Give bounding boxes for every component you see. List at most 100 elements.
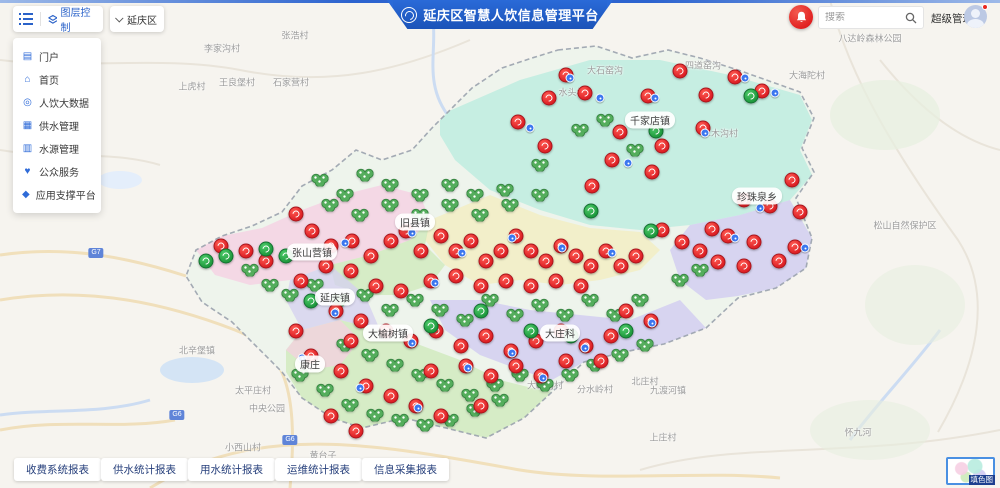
station-alert-marker[interactable] xyxy=(349,424,364,439)
village-group-marker[interactable] xyxy=(412,189,429,202)
device-marker[interactable] xyxy=(731,234,740,243)
station-alert-marker[interactable] xyxy=(511,115,526,130)
station-normal-marker[interactable] xyxy=(424,319,439,334)
device-marker[interactable] xyxy=(756,204,765,213)
village-group-marker[interactable] xyxy=(467,189,484,202)
station-alert-marker[interactable] xyxy=(494,244,509,259)
village-group-marker[interactable] xyxy=(532,299,549,312)
station-alert-marker[interactable] xyxy=(344,264,359,279)
village-group-marker[interactable] xyxy=(387,359,404,372)
station-alert-marker[interactable] xyxy=(619,304,634,319)
station-alert-marker[interactable] xyxy=(693,244,708,259)
alarm-button[interactable] xyxy=(789,5,813,29)
village-group-marker[interactable] xyxy=(442,179,459,192)
station-alert-marker[interactable] xyxy=(369,279,384,294)
station-alert-marker[interactable] xyxy=(711,255,726,270)
device-marker[interactable] xyxy=(651,94,660,103)
district-selector[interactable]: 延庆区 xyxy=(110,6,164,32)
station-alert-marker[interactable] xyxy=(699,88,714,103)
station-alert-marker[interactable] xyxy=(479,329,494,344)
village-group-marker[interactable] xyxy=(367,409,384,422)
station-alert-marker[interactable] xyxy=(424,364,439,379)
station-alert-marker[interactable] xyxy=(499,274,514,289)
village-group-marker[interactable] xyxy=(392,414,409,427)
menu-collapse-button[interactable] xyxy=(13,6,40,32)
station-alert-marker[interactable] xyxy=(605,153,620,168)
station-alert-marker[interactable] xyxy=(574,279,589,294)
village-group-marker[interactable] xyxy=(557,309,574,322)
village-group-marker[interactable] xyxy=(242,264,259,277)
station-normal-marker[interactable] xyxy=(474,304,489,319)
village-group-marker[interactable] xyxy=(627,144,644,157)
village-group-marker[interactable] xyxy=(572,124,589,137)
minimap-toggle[interactable]: 填色图 xyxy=(946,457,995,485)
village-group-marker[interactable] xyxy=(692,264,709,277)
village-group-marker[interactable] xyxy=(597,114,614,127)
station-alert-marker[interactable] xyxy=(629,249,644,264)
station-alert-marker[interactable] xyxy=(289,207,304,222)
station-alert-marker[interactable] xyxy=(542,91,557,106)
station-normal-marker[interactable] xyxy=(524,324,539,339)
device-marker[interactable] xyxy=(566,74,575,83)
village-group-marker[interactable] xyxy=(492,394,509,407)
device-marker[interactable] xyxy=(624,159,633,168)
device-marker[interactable] xyxy=(596,94,605,103)
station-alert-marker[interactable] xyxy=(594,354,609,369)
device-marker[interactable] xyxy=(464,364,473,373)
station-normal-marker[interactable] xyxy=(219,249,234,264)
station-alert-marker[interactable] xyxy=(614,259,629,274)
search-input[interactable] xyxy=(819,12,905,23)
station-alert-marker[interactable] xyxy=(793,205,808,220)
village-group-marker[interactable] xyxy=(312,174,329,187)
village-group-marker[interactable] xyxy=(417,419,434,432)
station-alert-marker[interactable] xyxy=(613,125,628,140)
village-group-marker[interactable] xyxy=(532,159,549,172)
village-group-marker[interactable] xyxy=(382,199,399,212)
station-normal-marker[interactable] xyxy=(199,254,214,269)
station-alert-marker[interactable] xyxy=(578,86,593,101)
village-group-marker[interactable] xyxy=(317,384,334,397)
village-group-marker[interactable] xyxy=(497,184,514,197)
report-button-4[interactable]: 运维统计报表 xyxy=(275,458,362,481)
station-alert-marker[interactable] xyxy=(549,274,564,289)
station-alert-marker[interactable] xyxy=(645,165,660,180)
station-alert-marker[interactable] xyxy=(538,139,553,154)
village-group-marker[interactable] xyxy=(382,304,399,317)
device-marker[interactable] xyxy=(526,124,535,133)
village-group-marker[interactable] xyxy=(457,314,474,327)
station-alert-marker[interactable] xyxy=(747,235,762,250)
report-button-3[interactable]: 用水统计报表 xyxy=(188,458,275,481)
village-group-marker[interactable] xyxy=(562,369,579,382)
station-alert-marker[interactable] xyxy=(559,354,574,369)
station-normal-marker[interactable] xyxy=(584,204,599,219)
station-alert-marker[interactable] xyxy=(434,229,449,244)
station-normal-marker[interactable] xyxy=(744,89,759,104)
station-alert-marker[interactable] xyxy=(239,244,254,259)
village-group-marker[interactable] xyxy=(442,199,459,212)
station-alert-marker[interactable] xyxy=(584,259,599,274)
station-alert-marker[interactable] xyxy=(344,334,359,349)
village-group-marker[interactable] xyxy=(382,179,399,192)
device-marker[interactable] xyxy=(581,344,590,353)
device-marker[interactable] xyxy=(701,129,710,138)
village-group-marker[interactable] xyxy=(472,209,489,222)
station-alert-marker[interactable] xyxy=(384,389,399,404)
station-alert-marker[interactable] xyxy=(772,254,787,269)
report-button-1[interactable]: 收费系统报表 xyxy=(14,458,101,481)
device-marker[interactable] xyxy=(458,249,467,258)
station-alert-marker[interactable] xyxy=(394,284,409,299)
village-group-marker[interactable] xyxy=(322,199,339,212)
menu-item-public[interactable]: ♥公众服务 xyxy=(13,160,101,183)
station-alert-marker[interactable] xyxy=(474,399,489,414)
station-alert-marker[interactable] xyxy=(569,249,584,264)
village-group-marker[interactable] xyxy=(532,189,549,202)
device-marker[interactable] xyxy=(608,249,617,258)
station-alert-marker[interactable] xyxy=(319,259,334,274)
station-alert-marker[interactable] xyxy=(785,173,800,188)
village-group-marker[interactable] xyxy=(582,294,599,307)
station-normal-marker[interactable] xyxy=(644,224,659,239)
station-alert-marker[interactable] xyxy=(509,359,524,374)
village-group-marker[interactable] xyxy=(637,339,654,352)
menu-item-portal[interactable]: ▤门户 xyxy=(13,45,101,68)
station-alert-marker[interactable] xyxy=(585,179,600,194)
